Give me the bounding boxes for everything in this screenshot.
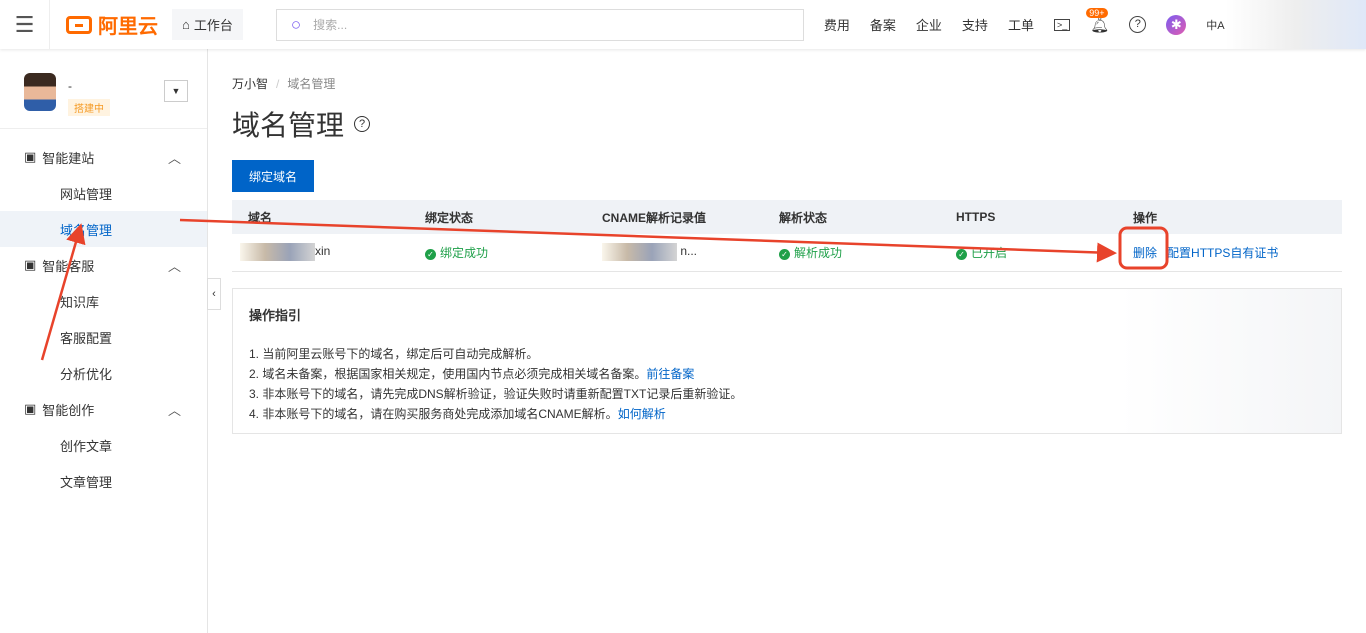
menu-icon[interactable]: ☰: [0, 0, 50, 49]
https-status: 已开启: [971, 245, 1008, 260]
sidebar-group-create[interactable]: ▣ 智能创作 ︿: [0, 391, 207, 427]
sidebar-item-write[interactable]: 创作文章: [0, 427, 207, 463]
col-cname: CNAME解析记录值: [586, 200, 763, 234]
main-content: 万小智 / 域名管理 域名管理? 绑定域名 域名 绑定状态 CNAME解析记录值 解…: [232, 49, 1342, 434]
collapse-sidebar-button[interactable]: ‹: [207, 278, 221, 310]
breadcrumb-current: 域名管理: [287, 77, 336, 91]
language-icon[interactable]: 中A: [1206, 17, 1224, 33]
home-icon: ⌂: [182, 17, 190, 32]
delete-link[interactable]: 删除: [1133, 246, 1157, 260]
nav-enterprise[interactable]: 企业: [916, 15, 942, 34]
sidebar-item-analysis[interactable]: 分析优化: [0, 355, 207, 391]
avatar: [24, 73, 56, 111]
help-icon[interactable]: ?: [1129, 16, 1147, 33]
how-to-resolve-link[interactable]: 如何解析: [618, 407, 666, 421]
col-domain: 域名: [232, 200, 409, 234]
group-label: 智能客服: [42, 258, 95, 274]
chat-icon: ▣: [24, 257, 37, 272]
cname-suffix: n...: [680, 244, 698, 259]
redacted-cname: [602, 243, 677, 262]
search-input[interactable]: ○ 搜索...: [275, 8, 804, 41]
guide-line: 3. 非本账号下的域名，请先完成DNS解析验证，验证失败时请重新配置TXT记录后…: [249, 384, 1325, 404]
chevron-up-icon: ︿: [167, 402, 181, 418]
guide-line: 1. 当前阿里云账号下的域名，绑定后可自动完成解析。: [249, 344, 1325, 364]
sidebar-item-articles[interactable]: 文章管理: [0, 463, 207, 499]
guide-title: 操作指引: [249, 307, 302, 323]
sidebar-item-websites[interactable]: 网站管理: [0, 175, 207, 211]
nav-cost[interactable]: 费用: [824, 15, 850, 34]
account-avatar[interactable]: [1226, 0, 1366, 49]
sidebar-item-domains[interactable]: 域名管理: [0, 211, 207, 247]
check-icon: ✓: [956, 248, 967, 260]
page-title-text: 域名管理: [232, 110, 345, 141]
chevron-up-icon: ︿: [167, 150, 181, 166]
resolve-status: 解析成功: [794, 245, 843, 260]
guide-line: 2. 域名未备案，根据国家相关规定，使用国内节点必须完成相关域名备案。前往备案: [249, 364, 1325, 384]
guide-text: 4. 非本账号下的域名，请在购买服务商处完成添加域名CNAME解析。: [249, 406, 618, 421]
sidebar: - 搭建中 ▼ ▣ 智能建站 ︿ 网站管理 域名管理 ▣ 智能客服 ︿ 知识库 客服配置…: [0, 49, 208, 633]
brand-name: 阿里云: [98, 16, 158, 38]
workbench-label: 工作台: [193, 18, 233, 33]
nav-ticket[interactable]: 工单: [1008, 15, 1034, 34]
group-label: 智能建站: [42, 150, 95, 166]
guide-line: 4. 非本账号下的域名，请在购买服务商处完成添加域名CNAME解析。如何解析: [249, 404, 1325, 424]
guide-panel: 操作指引 1. 当前阿里云账号下的域名，绑定后可自动完成解析。 2. 域名未备案…: [232, 287, 1342, 434]
bind-domain-button[interactable]: 绑定域名: [232, 160, 314, 192]
bell-icon[interactable]: 🔔︎ 99+: [1086, 7, 1109, 34]
help-icon[interactable]: ?: [354, 116, 371, 132]
nav-support[interactable]: 支持: [962, 15, 988, 34]
col-resolve-status: 解析状态: [763, 200, 940, 234]
sidebar-item-knowledge[interactable]: 知识库: [0, 283, 207, 319]
check-icon: ✓: [779, 248, 790, 260]
breadcrumb: 万小智 / 域名管理: [232, 77, 336, 91]
col-actions: 操作: [1117, 200, 1342, 234]
user-panel: - 搭建中 ▼: [0, 49, 207, 129]
sidebar-group-service[interactable]: ▣ 智能客服 ︿: [0, 247, 207, 283]
ai-assistant-icon[interactable]: ✱: [1166, 14, 1187, 35]
domain-suffix: xin: [315, 244, 331, 259]
nav-icp[interactable]: 备案: [870, 15, 896, 34]
notification-badge: 99+: [1086, 7, 1108, 18]
brand-logo[interactable]: 阿里云: [66, 10, 158, 39]
check-icon: ✓: [425, 248, 436, 260]
go-icp-link[interactable]: 前往备案: [646, 367, 694, 381]
site-icon: ▣: [24, 149, 37, 164]
workbench-button[interactable]: ⌂ 工作台: [172, 9, 243, 40]
redacted-domain: [240, 243, 315, 262]
search-placeholder: 搜索...: [313, 18, 348, 32]
domain-table: 域名 绑定状态 CNAME解析记录值 解析状态 HTTPS 操作 xin ✓ 绑定…: [232, 200, 1342, 272]
edit-icon: ▣: [24, 401, 37, 416]
user-name: -: [68, 79, 72, 93]
col-bind-status: 绑定状态: [409, 200, 586, 234]
chevron-up-icon: ︿: [167, 258, 181, 274]
page-title: 域名管理?: [232, 104, 1342, 144]
search-icon: ○: [290, 14, 302, 34]
guide-text: 1. 当前阿里云账号下的域名，绑定后可自动完成解析。: [249, 346, 539, 361]
terminal-icon[interactable]: >_: [1053, 18, 1071, 31]
site-dropdown[interactable]: ▼: [164, 80, 188, 102]
bind-status: 绑定成功: [440, 245, 489, 260]
table-row: xin ✓ 绑定成功 n... ✓ 解析成功 ✓ 已开启 删除 配置HTTPS自有证书: [232, 234, 1342, 272]
group-label: 智能创作: [42, 402, 95, 418]
guide-text: 3. 非本账号下的域名，请先完成DNS解析验证，验证失败时请重新配置TXT记录后…: [249, 386, 743, 401]
sidebar-group-site[interactable]: ▣ 智能建站 ︿: [0, 139, 207, 175]
sidebar-item-service-config[interactable]: 客服配置: [0, 319, 207, 355]
col-https: HTTPS: [940, 200, 1117, 234]
config-https-link[interactable]: 配置HTTPS自有证书: [1167, 246, 1278, 260]
status-badge: 搭建中: [68, 99, 110, 116]
top-bar: ☰ 阿里云 ⌂ 工作台 ○ 搜索... 费用 备案 企业 支持 工单 >_ 🔔︎ 99…: [0, 0, 1366, 49]
guide-text: 2. 域名未备案，根据国家相关规定，使用国内节点必须完成相关域名备案。: [249, 366, 647, 381]
breadcrumb-home[interactable]: 万小智: [232, 77, 268, 91]
